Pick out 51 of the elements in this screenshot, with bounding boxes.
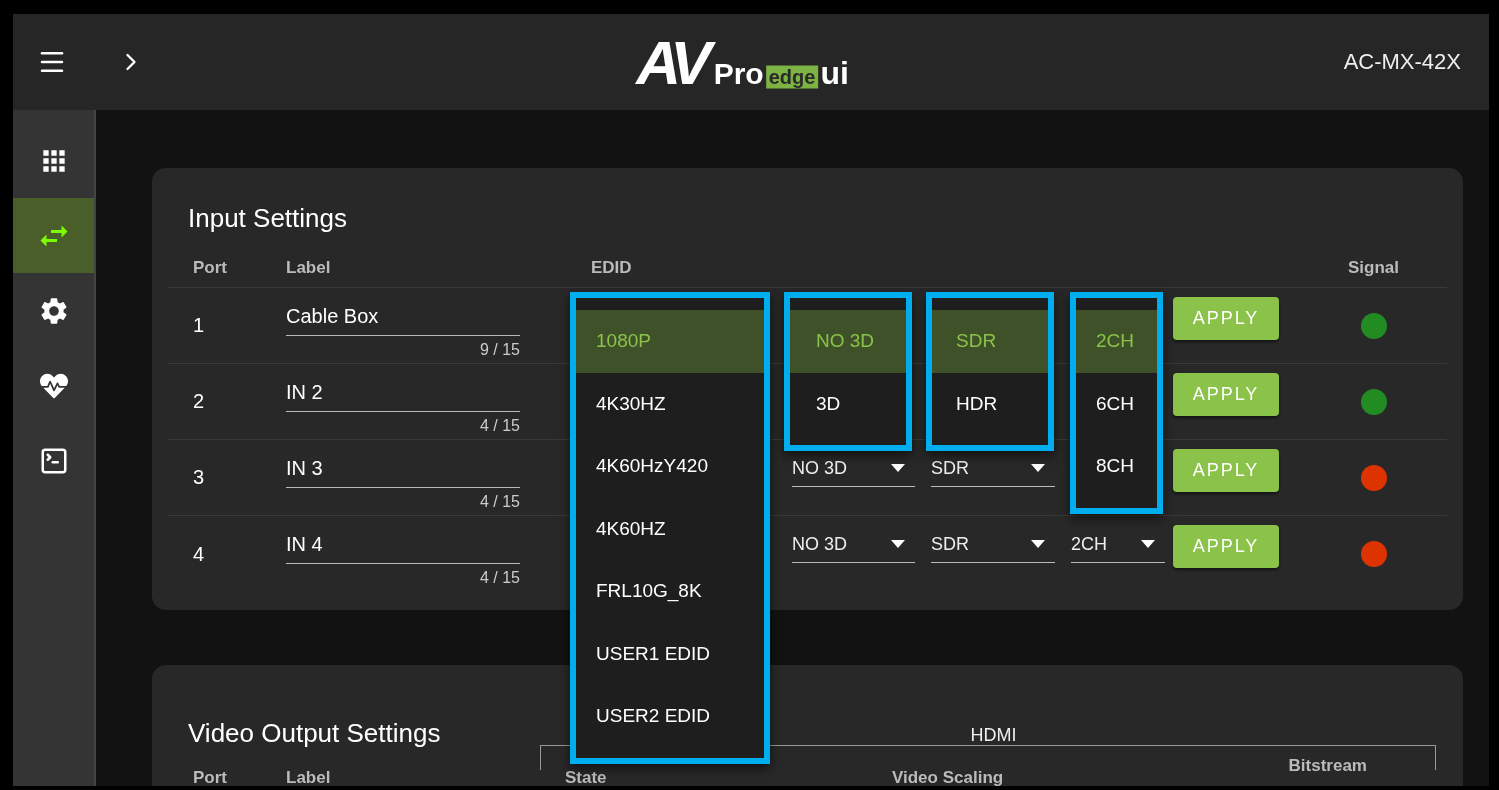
column-header: State bbox=[565, 770, 607, 786]
label-field[interactable]: Cable Box bbox=[286, 304, 520, 336]
brand-logo: AVPro edge ui bbox=[636, 26, 849, 98]
heartbeat-icon bbox=[39, 371, 68, 400]
menu-option[interactable]: SDR bbox=[932, 310, 1048, 373]
port-number: 4 bbox=[192, 542, 206, 566]
group-heading: HDMI bbox=[970, 727, 1017, 743]
column-header: Label bbox=[286, 770, 331, 786]
character-counter: 9 / 15 bbox=[479, 341, 520, 359]
column-header: Port bbox=[192, 257, 227, 278]
column-header: Bitstream bbox=[1288, 758, 1367, 774]
dropdown-field[interactable]: SDR bbox=[931, 532, 1055, 563]
menu-option[interactable]: 8CH bbox=[1076, 435, 1157, 498]
menu-option[interactable]: USER2 EDID bbox=[576, 685, 764, 748]
character-counter: 4 / 15 bbox=[479, 569, 520, 587]
menu-option[interactable]: 4K60HZ bbox=[576, 497, 764, 560]
caret-icon bbox=[891, 464, 905, 472]
column-header: Signal bbox=[1347, 257, 1399, 278]
column-header: EDID bbox=[590, 257, 632, 278]
menu-option[interactable]: 6CH bbox=[1076, 372, 1157, 435]
menu-option[interactable]: 4K30HZ bbox=[576, 372, 764, 435]
dropdown-field[interactable]: NO 3D bbox=[792, 532, 915, 563]
section-title: Video Output Settings bbox=[188, 716, 442, 749]
menu-option[interactable]: NO 3D bbox=[790, 310, 906, 373]
caret-icon bbox=[1141, 540, 1155, 548]
dropdown-field[interactable]: NO 3D bbox=[792, 456, 915, 487]
device-model: AC-MX-42X bbox=[1343, 49, 1461, 75]
caret-icon bbox=[1031, 464, 1045, 472]
port-number: 3 bbox=[192, 466, 206, 489]
port-number: 2 bbox=[192, 390, 206, 413]
character-counter: 4 / 15 bbox=[479, 417, 520, 435]
menu-option[interactable]: 2CH bbox=[1076, 310, 1157, 373]
menu-option[interactable]: FRL10G_8K bbox=[576, 560, 764, 623]
column-header: Port bbox=[192, 770, 227, 786]
menu-option[interactable]: HDR bbox=[932, 372, 1048, 435]
character-counter: 4 / 15 bbox=[479, 493, 520, 511]
caret-icon bbox=[891, 540, 905, 548]
column-header: Video Scaling bbox=[892, 770, 1004, 786]
dropdown-field[interactable]: 2CH bbox=[1071, 532, 1165, 563]
label-field[interactable]: IN 4 bbox=[286, 532, 520, 564]
menu-option[interactable]: USER1 EDID bbox=[576, 622, 764, 685]
menu-option[interactable]: 1080P bbox=[576, 310, 764, 373]
label-field[interactable]: IN 2 bbox=[286, 380, 520, 412]
section-title: Input Settings bbox=[188, 202, 348, 234]
label-field[interactable]: IN 3 bbox=[286, 456, 520, 488]
caret-icon bbox=[1031, 540, 1045, 548]
menu-option[interactable]: 4K60HzY420 bbox=[576, 435, 764, 498]
dropdown-field[interactable]: SDR bbox=[931, 456, 1055, 487]
port-number: 1 bbox=[192, 314, 206, 337]
menu-option[interactable]: 3D bbox=[790, 372, 906, 435]
column-header: Label bbox=[286, 257, 331, 278]
